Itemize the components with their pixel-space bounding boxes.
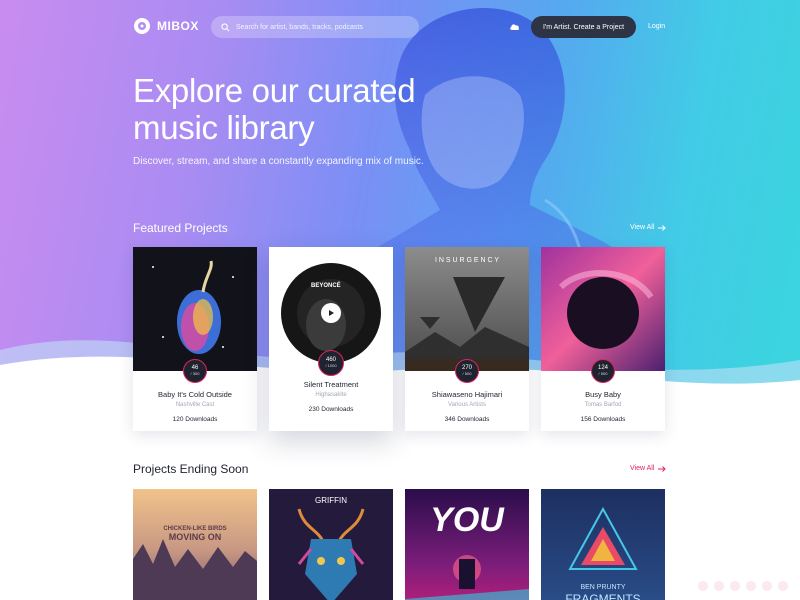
logo-text: MIBOX [157,19,199,33]
featured-projects-title: Featured Projects [133,221,228,235]
card-artist: Various Artists [448,402,486,408]
card-artist: Tomas Barfod [584,402,622,408]
play-icon [329,310,334,316]
ending-soon-title: Projects Ending Soon [133,462,249,476]
search-icon [221,22,230,31]
search-input[interactable]: Search for artist, bands, tracks, podcas… [236,24,363,31]
backers-badge: 460 / 1000 [318,350,344,376]
card-title: Busy Baby [585,390,621,399]
hero-banner [0,0,800,420]
dot [778,581,788,591]
album-art: CHICKEN-LIKE BIRDS MOVING ON [133,526,257,600]
card-title: Shiawaseno Hajimari [431,390,503,399]
hero-wave [0,340,800,420]
logo-icon [134,18,150,34]
album-cover [133,247,257,371]
hero-subtitle: Discover, stream, and share a constantly… [133,156,424,167]
album-cover: I N S U R G E N C Y [405,247,529,371]
project-card-active[interactable]: BEYONCÉ 460 / 1000 Silent Treatment High… [269,247,393,431]
project-card[interactable]: 124 / 500 Busy Baby Tomas Barfod 156 Dow… [541,247,665,431]
dot [746,581,756,591]
cloud-icon[interactable] [509,22,520,31]
cover-text: FRAGMENTS [565,592,640,600]
backers-total: / 500 [598,371,608,376]
card-downloads: 120 Downloads [172,416,218,423]
card-artist: Highasakite [315,392,347,398]
decorative-dots [698,581,788,591]
login-link[interactable]: Login [648,23,665,30]
dot [730,581,740,591]
project-card[interactable]: 46 / 300 Baby It's Cold Outside Nashvill… [133,247,257,431]
card-downloads: 230 Downloads [308,406,354,413]
cover-text: YOU [430,501,505,539]
album-art: GRIFFIN [297,496,365,600]
album-art: I N S U R G E N C Y [405,257,529,371]
album-cover[interactable]: CHICKEN-LIKE BIRDS MOVING ON [133,489,257,600]
hero-title: Explore our curated music library [133,72,416,146]
album-cover[interactable]: BEN PRUNTY FRAGMENTS [541,489,665,600]
card-title: Baby It's Cold Outside [158,390,232,399]
cover-text: I N S U R G E N C Y [435,257,499,264]
arrow-right-icon [658,224,667,231]
album-cover[interactable]: YOU [405,489,529,600]
album-art [558,270,654,349]
album-art [152,260,234,354]
card-downloads: 156 Downloads [580,416,626,423]
cover-text: GRIFFIN [315,496,347,505]
backers-badge: 270 / 500 [455,359,479,383]
backers-badge: 46 / 300 [183,359,207,383]
cover-text: BEN PRUNTY [580,584,625,591]
play-button[interactable] [321,303,341,323]
disc-label: BEYONCÉ [311,281,341,289]
cover-text: MOVING ON [169,532,222,542]
dot [762,581,772,591]
backers-total: / 300 [190,371,200,376]
card-artist: Nashville Cast [175,402,215,408]
album-cover [541,247,665,371]
card-title: Silent Treatment [303,380,359,389]
search-bar[interactable]: Search for artist, bands, tracks, podcas… [211,16,419,38]
album-art: YOU [405,501,529,600]
view-all-label: View All [630,224,655,231]
logo[interactable]: MIBOX [133,17,199,35]
view-all-label: View All [630,465,655,472]
featured-view-all-link[interactable]: View All [630,224,667,231]
project-card[interactable]: I N S U R G E N C Y 270 / 500 Shiawaseno… [405,247,529,431]
backers-total: / 500 [462,371,472,376]
dot [698,581,708,591]
backers-total: / 1000 [325,363,337,368]
dot [714,581,724,591]
album-art: BEN PRUNTY FRAGMENTS [565,506,641,600]
ending-view-all-link[interactable]: View All [630,465,667,472]
album-cover[interactable]: GRIFFIN [269,489,393,600]
card-downloads: 346 Downloads [444,416,490,423]
create-project-button[interactable]: I'm Artist. Create a Project [531,16,636,38]
backers-badge: 124 / 500 [591,359,615,383]
arrow-right-icon [658,465,667,472]
